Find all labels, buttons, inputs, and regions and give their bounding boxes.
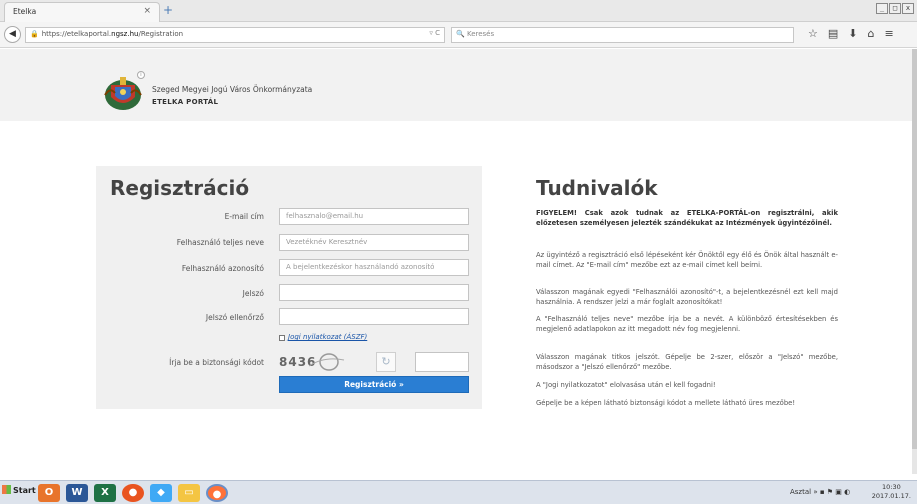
site-header: i Szeged Megyei Jogú Város Önkormányzata… [0,49,912,121]
browser-icon[interactable]: ● [122,484,144,502]
info-paragraph: Az ügyintéző a regisztráció első lépések… [536,251,838,269]
windows-flag-icon [2,485,11,494]
bookmark-star-icon[interactable]: ☆ [808,27,818,40]
username-label: Felhasználó azonosító [181,264,264,273]
info-warning: FIGYELEM! Csak azok tudnak az ETELKA-POR… [536,209,838,227]
lock-icon: 🔒 [30,30,39,38]
browser-titlebar: Etelka × + _ □ x [0,0,917,22]
captcha-noise-icon [309,353,345,371]
fullname-label: Felhasználó teljes neve [176,238,264,247]
captcha-input[interactable] [415,352,469,372]
desktop-label[interactable]: Asztal [790,488,811,496]
maximize-button[interactable]: □ [889,3,901,14]
folder-icon[interactable]: ▭ [178,484,200,502]
excel-icon[interactable]: X [94,484,116,502]
terms-checkbox[interactable] [279,335,285,341]
terms-link[interactable]: Jogi nyilatkozat (ÁSZF) [288,333,367,341]
password-confirm-field[interactable] [279,308,469,325]
search-bar[interactable]: 🔍 Keresés [451,27,794,43]
download-icon[interactable]: ⬇ [848,27,857,40]
portal-name: ETELKA PORTÁL [152,98,219,106]
email-label: E-mail cím [224,212,264,221]
firefox-icon[interactable]: ● [206,484,228,502]
page-scrollbar[interactable] [912,49,917,474]
info-paragraph: A "Jogi nyilatkozatot" elolvasása után e… [536,381,716,389]
info-paragraph: A "Felhasználó teljes neve" mezőbe írja … [536,315,838,333]
clock-date: 2017.01.17. [871,492,911,500]
password-field[interactable] [279,284,469,301]
password-label: Jelszó [242,289,264,298]
tab-title: Etelka [13,7,37,16]
url-prefix: https://etelkaportal. [41,30,112,38]
org-name: Szeged Megyei Jogú Város Önkormányzata [152,85,313,94]
minimize-button[interactable]: _ [876,3,888,14]
captcha-image: 8436 [279,352,369,372]
search-icon: 🔍 [456,30,465,38]
address-bar[interactable]: 🔒 https://etelkaportal.ngsz.hu/Registrati… [25,27,445,43]
info-title: Tudnivalók [536,176,658,200]
clock-time: 10:30 [881,483,901,491]
username-field[interactable]: A bejelentkezéskor használandó azonosító [279,259,469,276]
back-button[interactable]: ◀ [4,26,21,43]
app-icon[interactable]: ◆ [150,484,172,502]
browser-tab[interactable]: Etelka × [4,2,160,22]
outlook-icon[interactable]: O [38,484,60,502]
captcha-refresh-icon[interactable]: ↻ [376,352,396,372]
system-tray: Asztal » ▪ ⚑ ▣ ◐ [790,488,850,496]
password-confirm-label: Jelszó ellenőrző [205,313,264,322]
tab-close-icon[interactable]: × [143,6,151,16]
windows-taskbar: Start O W X ● ◆ ▭ ● Asztal » ▪ ⚑ ▣ ◐ 10:… [0,480,917,504]
info-paragraph: Válasszon magának egyedi "Felhasználói a… [536,288,838,306]
tray-icons: » ▪ ⚑ ▣ ◐ [813,488,851,496]
captcha-label: Írja be a biztonsági kódot [169,358,264,367]
close-window-button[interactable]: x [902,3,914,14]
scrollbar-thumb[interactable] [912,49,917,449]
url-path: /Registration [138,30,184,38]
reading-list-icon[interactable]: ▤ [828,27,838,40]
info-paragraph: Válasszon magának titkos jelszót. Gépelj… [536,353,838,371]
registration-title: Regisztráció [110,176,250,200]
browser-navbar: ◀ 🔒 https://etelkaportal.ngsz.hu/Registra… [0,22,917,48]
reload-icon[interactable]: ▿ C [429,29,440,37]
menu-icon[interactable]: ≡ [884,27,893,40]
clock: 10:30 2017.01.17. [872,483,911,501]
email-field[interactable]: felhasznalo@email.hu [279,208,469,225]
window-controls: _ □ x [876,3,914,14]
city-crest-logo [104,77,142,110]
new-tab-button[interactable]: + [163,3,173,17]
url-domain: ngsz.hu [111,30,139,38]
register-button[interactable]: Regisztráció » [279,376,469,393]
toolbar-icons: ☆ ▤ ⬇ ⌂ ≡ [808,27,894,40]
start-button[interactable]: Start [2,485,36,495]
info-badge-icon: i [137,71,145,79]
fullname-field[interactable]: Vezetéknév Keresztnév [279,234,469,251]
home-icon[interactable]: ⌂ [868,27,875,40]
info-paragraph: Gépelje be a képen látható biztonsági kó… [536,399,796,407]
word-icon[interactable]: W [66,484,88,502]
start-label: Start [13,486,36,495]
search-placeholder: Keresés [466,30,495,38]
